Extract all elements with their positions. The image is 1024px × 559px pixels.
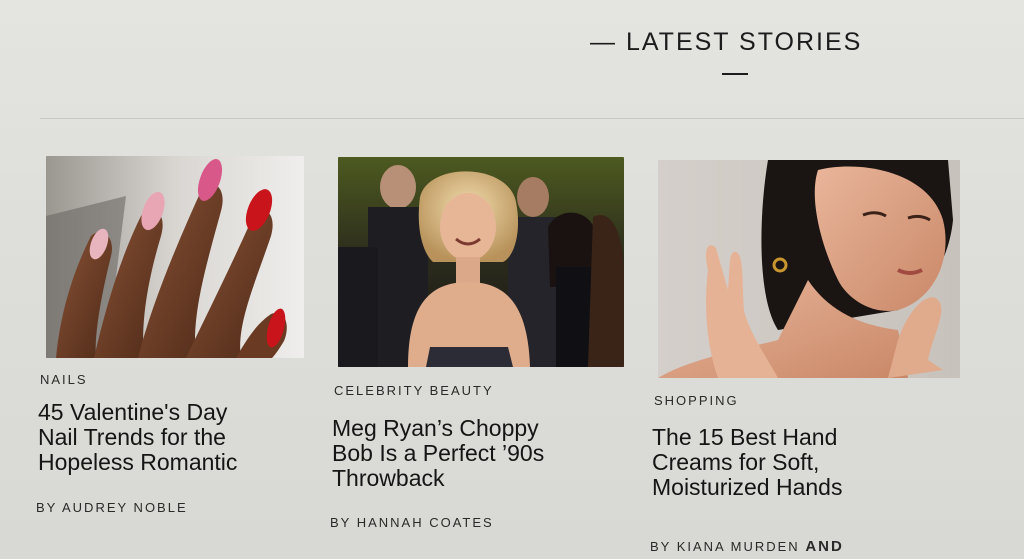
- headline-line[interactable]: Moisturized Hands: [652, 475, 842, 500]
- hand-cream-model-photo: [658, 160, 960, 378]
- headline-line[interactable]: The 15 Best Hand: [652, 425, 842, 450]
- story-category[interactable]: NAILS: [40, 372, 88, 387]
- story-image[interactable]: [46, 156, 304, 358]
- headline-line[interactable]: Bob Is a Perfect ’90s: [332, 441, 544, 466]
- byline-author[interactable]: BY KIANA MURDEN: [650, 539, 800, 554]
- story-byline[interactable]: BY HANNAH COATES: [330, 515, 494, 530]
- headline-line[interactable]: Throwback: [332, 466, 544, 491]
- story-headline[interactable]: The 15 Best Hand Creams for Soft, Moistu…: [652, 425, 842, 500]
- page: — LATEST STORIES NAILS 45 Valentine's Da…: [0, 0, 1024, 559]
- headline-line[interactable]: Creams for Soft,: [652, 450, 842, 475]
- story-headline[interactable]: 45 Valentine's Day Nail Trends for the H…: [38, 400, 237, 475]
- headline-line[interactable]: 45 Valentine's Day: [38, 400, 237, 425]
- nails-photo: [46, 156, 304, 358]
- story-image[interactable]: [658, 160, 960, 378]
- byline-and: AND: [805, 538, 844, 555]
- story-category[interactable]: SHOPPING: [654, 393, 739, 408]
- headline-line[interactable]: Nail Trends for the: [38, 425, 237, 450]
- headline-line[interactable]: Meg Ryan’s Choppy: [332, 416, 544, 441]
- section-title: — LATEST STORIES: [590, 28, 863, 56]
- headline-line[interactable]: Hopeless Romantic: [38, 450, 237, 475]
- meg-ryan-photo: [338, 157, 624, 367]
- story-category[interactable]: CELEBRITY BEAUTY: [334, 383, 494, 398]
- story-byline[interactable]: BY KIANA MURDEN AND: [650, 538, 844, 555]
- story-image[interactable]: [338, 157, 624, 367]
- header-underline: [722, 73, 748, 75]
- section-divider: [40, 118, 1024, 119]
- story-byline[interactable]: BY AUDREY NOBLE: [36, 500, 188, 515]
- story-headline[interactable]: Meg Ryan’s Choppy Bob Is a Perfect ’90s …: [332, 416, 544, 491]
